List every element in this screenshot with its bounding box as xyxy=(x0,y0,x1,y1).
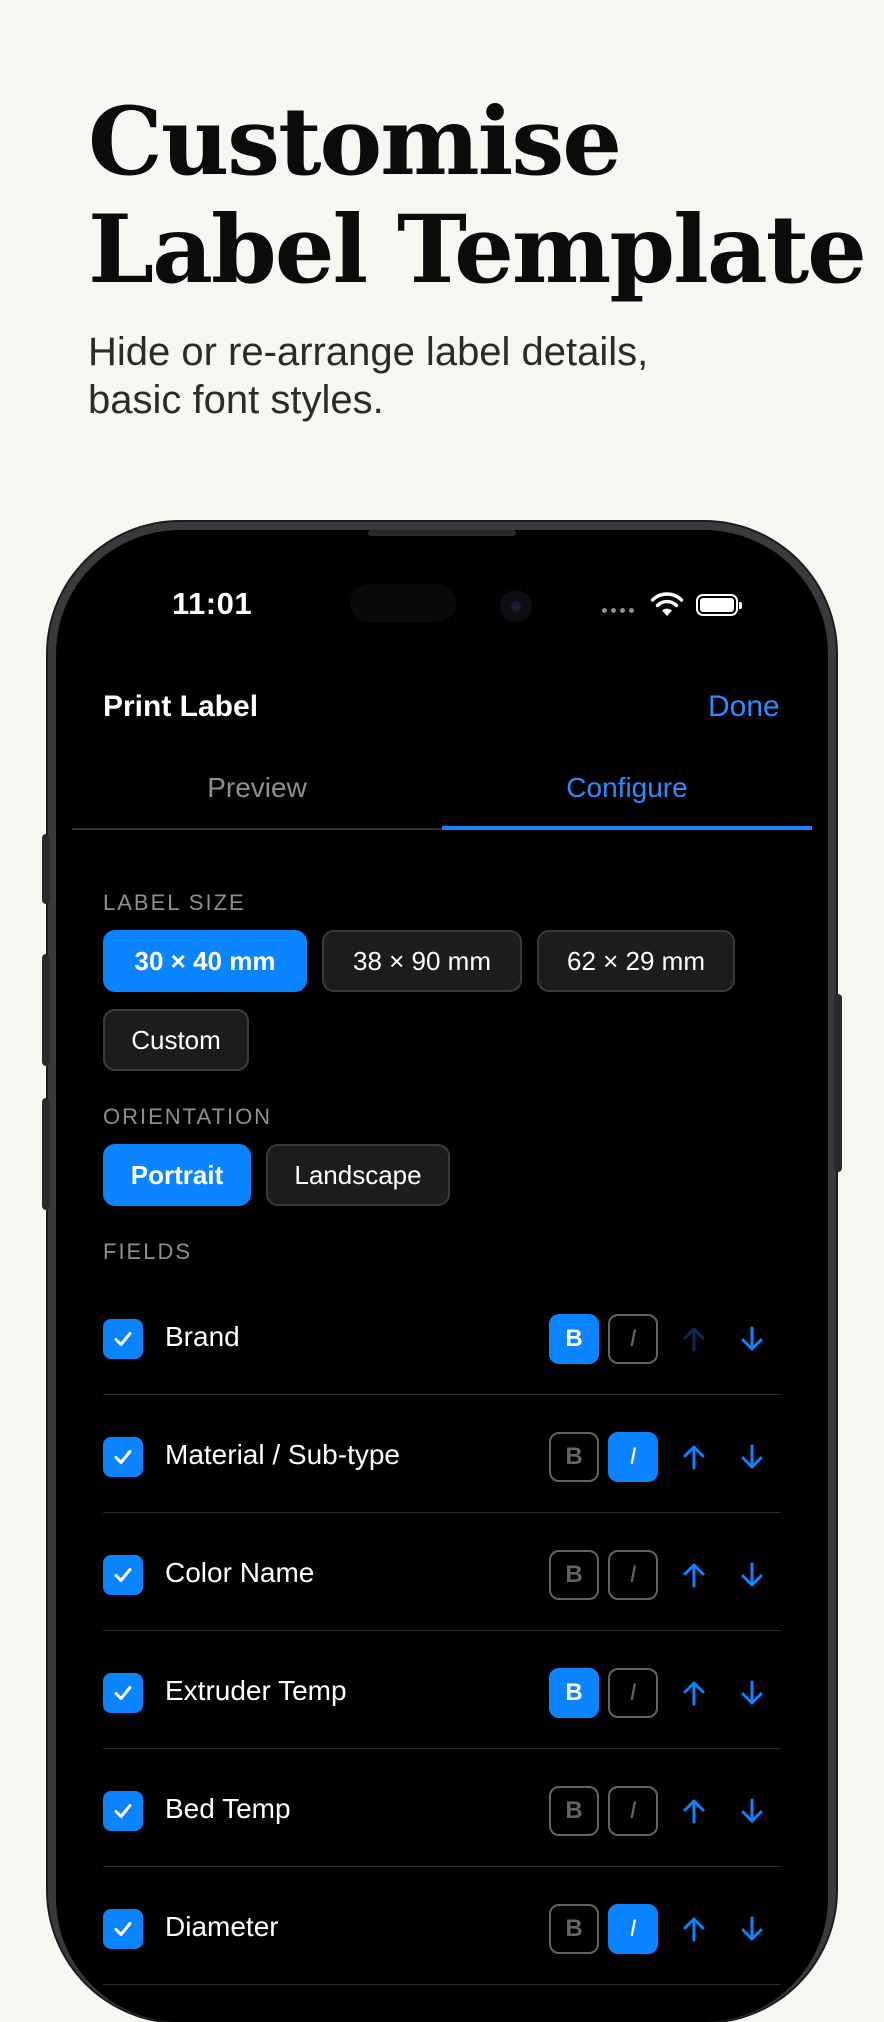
hero-title-line-2: Label Template xyxy=(88,195,867,305)
arrow-down-icon xyxy=(741,1916,763,1941)
wifi-icon xyxy=(650,592,684,616)
orientation-portrait-chip[interactable]: Portrait xyxy=(103,1144,251,1206)
arrow-down-icon xyxy=(741,1562,763,1587)
move-down-button[interactable] xyxy=(730,1789,774,1833)
phone-power-button xyxy=(834,994,842,1172)
nav-title: Print Label xyxy=(103,690,259,723)
field-checkbox[interactable] xyxy=(103,1673,143,1713)
move-down-button[interactable] xyxy=(730,1671,774,1715)
cellular-signal-icon xyxy=(602,608,634,613)
move-down-button[interactable] xyxy=(730,1907,774,1951)
move-up-button[interactable] xyxy=(672,1317,716,1361)
italic-toggle[interactable]: I xyxy=(608,1314,658,1364)
arrow-up-icon xyxy=(683,1799,705,1824)
field-row: Color Name B I xyxy=(103,1513,781,1631)
bold-toggle[interactable]: B xyxy=(549,1550,599,1600)
checkmark-icon xyxy=(114,1568,132,1582)
tab-preview[interactable]: Preview xyxy=(72,772,442,804)
move-down-button[interactable] xyxy=(730,1435,774,1479)
field-name: Diameter xyxy=(165,1911,279,1942)
field-checkbox[interactable] xyxy=(103,1791,143,1831)
move-up-button[interactable] xyxy=(672,1435,716,1479)
field-checkbox[interactable] xyxy=(103,1555,143,1595)
checkmark-icon xyxy=(114,1922,132,1936)
italic-toggle[interactable]: I xyxy=(608,1550,658,1600)
done-button[interactable]: Done xyxy=(708,690,780,724)
orientation-landscape-chip[interactable]: Landscape xyxy=(266,1144,450,1206)
battery-icon xyxy=(696,594,742,616)
label-size-heading: LABEL SIZE xyxy=(103,890,246,915)
tab-selected-indicator xyxy=(442,826,812,830)
hero-title-line-1: Customise xyxy=(88,87,622,197)
label-size-62x29-chip[interactable]: 62 × 29 mm xyxy=(537,930,735,992)
label-size-38x90-chip[interactable]: 38 × 90 mm xyxy=(322,930,522,992)
dynamic-island xyxy=(350,584,456,622)
move-down-button[interactable] xyxy=(730,1553,774,1597)
tab-configure[interactable]: Configure xyxy=(442,772,812,804)
move-down-button[interactable] xyxy=(730,1317,774,1361)
field-name: Brand xyxy=(165,1321,240,1352)
move-up-button[interactable] xyxy=(672,1907,716,1951)
label-size-custom-chip[interactable]: Custom xyxy=(103,1009,249,1071)
arrow-down-icon xyxy=(741,1326,763,1351)
bold-toggle[interactable]: B xyxy=(549,1786,599,1836)
field-name: Material / Sub-type xyxy=(165,1439,400,1470)
checkmark-icon xyxy=(114,1804,132,1818)
italic-toggle[interactable]: I xyxy=(608,1668,658,1718)
arrow-up-icon xyxy=(683,1327,705,1352)
arrow-down-icon xyxy=(741,1798,763,1823)
arrow-up-icon xyxy=(683,1917,705,1942)
bold-toggle[interactable]: B xyxy=(549,1432,599,1482)
field-row: Diameter B I xyxy=(103,1867,781,1985)
bold-toggle[interactable]: B xyxy=(549,1904,599,1954)
italic-toggle[interactable]: I xyxy=(608,1904,658,1954)
move-up-button[interactable] xyxy=(672,1553,716,1597)
italic-toggle[interactable]: I xyxy=(608,1432,658,1482)
status-time: 11:01 xyxy=(172,586,253,621)
bold-toggle[interactable]: B xyxy=(549,1314,599,1364)
field-checkbox[interactable] xyxy=(103,1909,143,1949)
camera-icon xyxy=(500,590,532,622)
checkmark-icon xyxy=(114,1450,132,1464)
label-size-30x40-chip[interactable]: 30 × 40 mm xyxy=(103,930,307,992)
arrow-down-icon xyxy=(741,1444,763,1469)
checkmark-icon xyxy=(114,1332,132,1346)
field-name: Bed Temp xyxy=(165,1793,291,1824)
move-up-button[interactable] xyxy=(672,1671,716,1715)
field-checkbox[interactable] xyxy=(103,1437,143,1477)
bold-toggle[interactable]: B xyxy=(549,1668,599,1718)
move-up-button[interactable] xyxy=(672,1789,716,1833)
row-divider xyxy=(103,1984,781,1985)
checkmark-icon xyxy=(114,1686,132,1700)
italic-toggle[interactable]: I xyxy=(608,1786,658,1836)
field-name: Extruder Temp xyxy=(165,1675,347,1706)
hero-subtitle-line-2: basic font styles. xyxy=(88,378,384,422)
hero-title: Customise Label Template xyxy=(88,87,867,305)
phone-top-speaker xyxy=(368,530,516,536)
fields-heading: FIELDS xyxy=(103,1239,193,1264)
arrow-up-icon xyxy=(683,1445,705,1470)
arrow-up-icon xyxy=(683,1563,705,1588)
phone-volume-down-button xyxy=(42,1098,50,1210)
field-name: Color Name xyxy=(165,1557,315,1588)
field-row: Material / Sub-type B I xyxy=(103,1395,781,1513)
field-row: Bed Temp B I xyxy=(103,1749,781,1867)
phone-volume-up-button xyxy=(42,954,50,1066)
hero-subtitle: Hide or re-arrange label details, basic … xyxy=(88,328,808,424)
arrow-down-icon xyxy=(741,1680,763,1705)
phone-action-button xyxy=(42,834,50,904)
arrow-up-icon xyxy=(683,1681,705,1706)
hero-subtitle-line-1: Hide or re-arrange label details, xyxy=(88,330,649,374)
orientation-heading: ORIENTATION xyxy=(103,1104,273,1129)
field-row: Extruder Temp B I xyxy=(103,1631,781,1749)
field-row: Brand B I xyxy=(103,1277,781,1395)
field-checkbox[interactable] xyxy=(103,1319,143,1359)
